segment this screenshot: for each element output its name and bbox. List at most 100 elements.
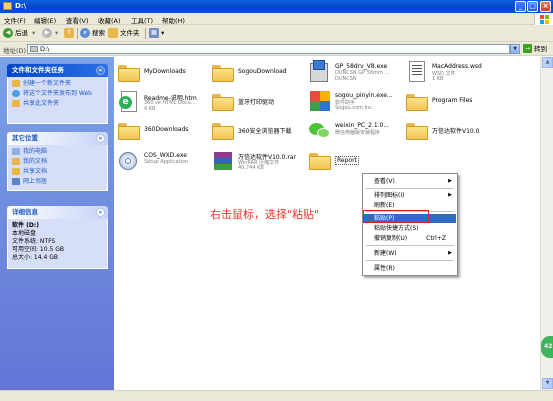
menu-item-properties[interactable]: 属性(R) (364, 264, 456, 273)
menu-separator (366, 245, 454, 246)
task-pane: 文件和文件夹任务 « 创建一个新文件夹 将这个文件夹发布到 Web 共享此文件夹… (0, 57, 114, 390)
close-button[interactable]: × (540, 1, 551, 12)
file-item[interactable]: e Readme-说明.htm 360 se HTML Docu... 4 KB (117, 90, 217, 118)
views-icon: ▦ (149, 28, 159, 38)
window-title: D:\ (15, 2, 27, 10)
views-button[interactable]: ▦ ▾ (149, 28, 164, 39)
html-icon: e (117, 90, 141, 114)
globe-icon (12, 90, 20, 97)
minimize-button[interactable]: _ (515, 1, 526, 12)
maximize-button[interactable]: □ (527, 1, 538, 12)
file-view[interactable]: MyDownloads SogouDownload GP_58drv_V8.ex… (114, 57, 540, 390)
scroll-down-icon[interactable]: ▼ (542, 378, 553, 389)
collapse-icon[interactable]: « (96, 134, 105, 143)
search-button[interactable]: ⌕ 搜索 (80, 28, 105, 39)
menu-item-new[interactable]: 新建(W) ▶ (364, 249, 456, 258)
address-label: 地址(D) (3, 47, 27, 55)
folder-icon (211, 119, 235, 143)
my-computer-link[interactable]: 我的电脑 (12, 148, 103, 155)
menu-item-paste-shortcut[interactable]: 粘贴快捷方式(S) (364, 224, 456, 233)
search-icon: ⌕ (80, 28, 90, 38)
collapse-icon[interactable]: « (96, 208, 105, 217)
file-item[interactable]: 万信达软件V10.0.rar WinRAR 压缩文件 40,744 KB (211, 149, 311, 177)
submenu-arrow-icon: ▶ (448, 192, 452, 198)
file-item[interactable]: Program Files (405, 90, 505, 118)
back-dropdown[interactable]: ▾ (32, 28, 35, 39)
my-documents-link[interactable]: 我的文档 (12, 158, 103, 165)
wechat-icon (308, 119, 332, 143)
documents-icon (12, 158, 20, 165)
floating-badge[interactable]: 42 (541, 336, 553, 358)
menu-bar: 文件(F) 编辑(E) 查看(V) 收藏(A) 工具(T) 帮助(H) (0, 13, 553, 25)
folder-icon (211, 90, 235, 114)
setup-icon (117, 149, 141, 173)
file-item[interactable]: 万信达软件V10.0 (405, 119, 505, 147)
forward-dropdown[interactable]: ▾ (55, 28, 58, 39)
network-icon (12, 178, 20, 185)
file-item[interactable]: SogouDownload (211, 61, 311, 89)
folder-icon (211, 61, 235, 85)
toolbar-separator (145, 28, 146, 39)
drive-name: 软件 (D:) (12, 222, 39, 229)
share-folder-link[interactable]: 共享此文件夹 (12, 100, 103, 107)
computer-icon (12, 148, 20, 155)
context-menu: 查看(V) ▶ 排列图标(I) ▶ 刷新(E) 粘贴(P) 粘贴快捷方式(S) 撤销… (362, 173, 458, 276)
file-item[interactable]: 360Downloads (117, 119, 217, 147)
back-button[interactable]: ◀ 后退 (3, 28, 28, 39)
panel-header[interactable]: 文件和文件夹任务 « (7, 64, 108, 77)
free-space: 可用空间: 10.5 GB (12, 246, 64, 253)
menu-help[interactable]: 帮助(H) (162, 15, 185, 25)
panel-header[interactable]: 其它位置 « (7, 132, 108, 145)
menu-item-refresh[interactable]: 刷新(E) (364, 201, 456, 210)
menu-tools[interactable]: 工具(T) (131, 15, 153, 25)
collapse-icon[interactable]: « (96, 66, 105, 75)
file-item[interactable]: MyDownloads (117, 61, 217, 89)
file-item[interactable]: sogou_pinyin.exe... 软件助手 Sogou.com Inc. (308, 89, 408, 117)
title-bar: D:\ _ □ × (0, 0, 553, 13)
folder-icon (405, 90, 429, 114)
menu-edit[interactable]: 编辑(E) (34, 15, 56, 25)
toolbar-separator (77, 28, 78, 39)
folder-icon (3, 2, 12, 10)
address-bar: 地址(D) D:\ ▼ → 转到 (0, 42, 553, 56)
file-item[interactable]: GP_58drv_V8.exe DUNCSN GP 58mm ... DUNCS… (308, 60, 408, 88)
forward-arrow-icon: ▶ (42, 28, 52, 38)
drive-type: 本地磁盘 (12, 230, 37, 237)
menu-item-view[interactable]: 查看(V) ▶ (364, 177, 456, 186)
file-item[interactable]: MacAddress.wsd WSD 文件 1 KB (405, 60, 505, 88)
menu-favorites[interactable]: 收藏(A) (98, 15, 121, 25)
folders-button[interactable]: 文件夹 (108, 28, 140, 39)
address-dropdown-button[interactable]: ▼ (510, 44, 520, 54)
rar-icon (211, 149, 235, 173)
scroll-up-icon[interactable]: ▲ (542, 57, 553, 68)
file-item[interactable]: 蓝牙打印驱动 (211, 90, 311, 118)
menu-item-undo-copy[interactable]: 撤销复制(U) Ctrl+Z (364, 234, 456, 243)
panel-body: 软件 (D:) 本地磁盘 文件系统: NTFS 可用空间: 10.5 GB 总大… (7, 219, 108, 269)
menu-separator (366, 188, 454, 189)
publish-web-link[interactable]: 将这个文件夹发布到 Web (12, 90, 103, 97)
file-tasks-panel: 文件和文件夹任务 « 创建一个新文件夹 将这个文件夹发布到 Web 共享此文件夹 (7, 64, 108, 124)
submenu-arrow-icon: ▶ (448, 178, 452, 184)
panel-header[interactable]: 详细信息 « (7, 206, 108, 219)
up-folder-icon: ↑ (64, 28, 74, 38)
network-places-link[interactable]: 网上邻居 (12, 178, 103, 185)
instruction-annotation: 右击鼠标，选择"粘贴" (210, 208, 320, 221)
windows-logo-icon (534, 13, 553, 25)
address-input[interactable]: D:\ (27, 44, 510, 54)
sogou-icon (308, 89, 332, 113)
shared-documents-link[interactable]: 共享文档 (12, 168, 103, 175)
forward-button[interactable]: ▶ (42, 28, 54, 39)
panel-body: 创建一个新文件夹 将这个文件夹发布到 Web 共享此文件夹 (7, 77, 108, 124)
create-folder-link[interactable]: 创建一个新文件夹 (12, 80, 103, 87)
go-button[interactable]: → 转到 (523, 44, 547, 54)
file-item[interactable]: weixin_PC_2.1.0... 微信电脑版安装程序 (308, 119, 408, 147)
menu-item-arrange-icons[interactable]: 排列图标(I) ▶ (364, 191, 456, 200)
menu-view[interactable]: 查看(V) (66, 15, 89, 25)
folders-icon (108, 28, 118, 38)
file-item[interactable]: COS_WXD.exe Setup Application (117, 149, 217, 177)
up-button[interactable]: ↑ (64, 28, 76, 39)
file-item[interactable]: 360安全浏览器下载 (211, 119, 311, 147)
share-icon (12, 100, 20, 107)
total-size: 总大小: 14.4 GB (12, 254, 58, 261)
menu-file[interactable]: 文件(F) (4, 15, 26, 25)
